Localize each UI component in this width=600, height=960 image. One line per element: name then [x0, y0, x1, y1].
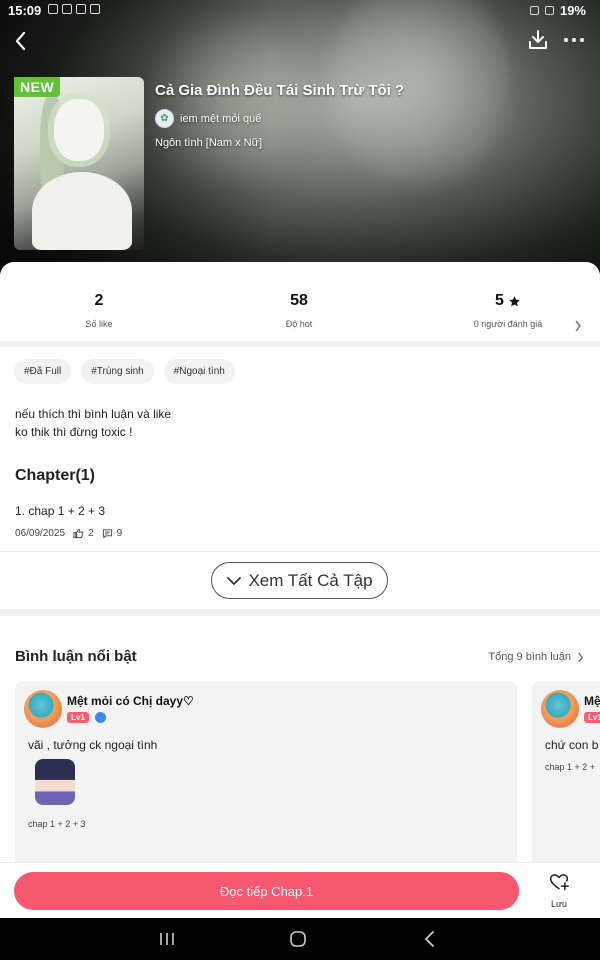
status-bar: 15:09 19% [0, 0, 600, 22]
chevron-down-icon [227, 576, 242, 585]
comments-total: Tổng 9 bình luận [488, 651, 571, 663]
author-link[interactable]: ✿ iem mệt mỏi quế [155, 109, 261, 128]
tag-chip[interactable]: #Đã Full [14, 359, 72, 384]
comment-chapter: chap 1 + 2 + [545, 762, 596, 772]
comment-card[interactable]: Mệ Lv1 chứ con b chap 1 + 2 + [532, 681, 600, 872]
sticker-image [35, 759, 75, 805]
thumbs-up-icon [73, 528, 84, 539]
comment-text: vãi , tưởng ck ngoại tình [28, 738, 158, 752]
verified-icon [95, 712, 106, 723]
story-title: Cả Gia Đình Đều Tái Sinh Trừ Tôi ? [155, 82, 405, 99]
rating-value: 5 [495, 292, 504, 309]
see-all-label: Xem Tất Cả Tập [248, 570, 373, 590]
more-horizontal-icon [564, 38, 584, 42]
description-line: ko thik thì đừng toxic ! [15, 425, 133, 439]
battery-level: 19% [559, 3, 586, 18]
commenter-avatar [24, 690, 62, 728]
chapter-likes: 2 [88, 528, 94, 539]
author-name: iem mệt mỏi quế [180, 112, 262, 125]
stat-likes: 2 Số like [39, 292, 159, 329]
system-nav-bar [0, 918, 600, 960]
chapter-comments: 9 [116, 528, 123, 539]
section-divider [0, 609, 600, 616]
tag-chip[interactable]: #Trùng sinh [81, 359, 154, 384]
comments-heading: Bình luận nổi bật [15, 648, 137, 665]
rating-label: 0 người đánh giá [473, 319, 543, 329]
chapter-meta: 06/09/2025 2 9 [15, 528, 122, 539]
download-icon [529, 30, 547, 49]
save-button[interactable]: Lưu [544, 872, 574, 909]
notification-icons [48, 4, 100, 14]
home-icon[interactable] [288, 929, 308, 949]
chevron-right-icon [578, 652, 584, 662]
comment-text: chứ con b [545, 738, 599, 752]
comment-icon [102, 529, 112, 539]
comment-card[interactable]: Mệt mỏi có Chị dayy♡ Lv1 vãi , tưởng ck … [15, 681, 517, 872]
stat-hot: 58 Độ hot [239, 292, 359, 329]
save-label: Lưu [550, 899, 568, 909]
chapter-item[interactable]: 1. chap 1 + 2 + 3 [15, 504, 105, 518]
heart-plus-icon [549, 874, 569, 891]
chevron-right-icon[interactable] [574, 320, 582, 332]
story-detail-sheet: 2 Số like 58 Độ hot 5 0 người đánh giá #… [0, 262, 600, 872]
description-line: nếu thích thì bình luận và like [15, 407, 172, 421]
back-button[interactable] [8, 28, 34, 54]
level-badge: Lv1 [67, 712, 89, 723]
commenter-name: Mệt mỏi có Chị dayy♡ [67, 694, 194, 708]
story-description: nếu thích thì bình luận và like ko thik … [15, 405, 171, 441]
download-button[interactable] [526, 28, 550, 52]
recent-apps-icon[interactable] [157, 929, 177, 949]
signal-icon [544, 6, 554, 15]
new-badge: NEW [14, 77, 61, 97]
level-badge: Lv1 [584, 712, 600, 723]
more-options-button[interactable] [562, 30, 586, 50]
hot-label: Độ hot [285, 319, 313, 329]
comments-total-link[interactable]: Tổng 9 bình luận [488, 651, 584, 663]
tag-list: #Đã Full #Trùng sinh #Ngoại tình [14, 359, 235, 384]
story-cover [14, 77, 144, 250]
hot-count: 58 [290, 292, 308, 309]
commenter-name: Mệ [584, 694, 600, 708]
author-avatar: ✿ [155, 109, 174, 128]
story-genre: Ngôn tình [Nam x Nữ] [155, 137, 263, 149]
chapter-date: 06/09/2025 [15, 528, 66, 539]
status-time: 15:09 [8, 3, 42, 18]
section-divider [0, 341, 600, 347]
wifi-icon [529, 6, 539, 15]
star-icon [509, 295, 520, 306]
stats-row: 2 Số like 58 Độ hot 5 0 người đánh giá [0, 262, 600, 342]
see-all-chapters-button[interactable]: Xem Tất Cả Tập [211, 562, 388, 599]
back-nav-icon[interactable] [420, 929, 440, 949]
comment-chapter: chap 1 + 2 + 3 [28, 819, 86, 829]
tag-chip[interactable]: #Ngoại tình [163, 359, 235, 384]
chapter-heading: Chapter(1) [15, 467, 96, 484]
likes-count: 2 [94, 292, 104, 309]
stat-rating[interactable]: 5 0 người đánh giá [448, 292, 568, 329]
chevron-left-icon [15, 31, 26, 51]
continue-reading-button[interactable]: Đọc tiếp Chap.1 [14, 872, 519, 910]
bottom-action-bar: Đọc tiếp Chap.1 Lưu [0, 862, 600, 918]
likes-label: Số like [85, 319, 113, 329]
commenter-avatar [541, 690, 579, 728]
